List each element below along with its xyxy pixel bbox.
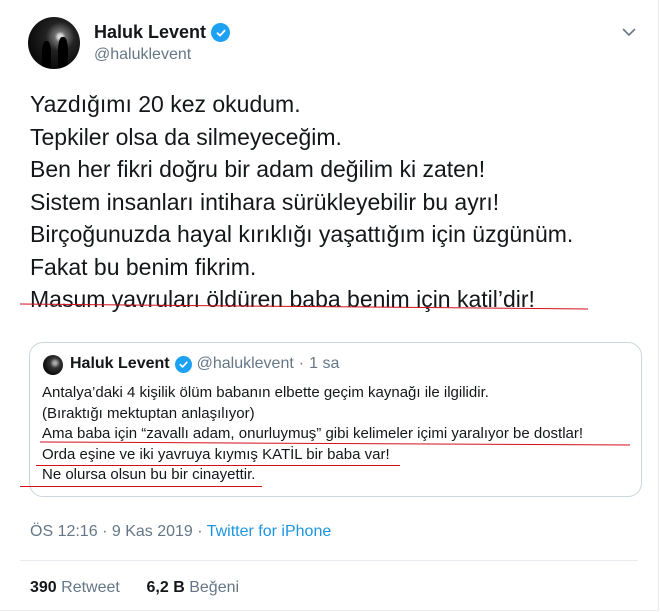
- author-name-row[interactable]: Haluk Levent: [94, 22, 231, 43]
- quoted-author-avatar[interactable]: [43, 355, 63, 375]
- tweet-line: Masum yavruları öldüren baba benim için …: [30, 286, 535, 312]
- separator-dot: ·: [197, 523, 203, 540]
- verified-badge-icon: [211, 23, 231, 42]
- tweet-line: Yazdığımı 20 kez okudum.: [30, 91, 301, 117]
- chevron-down-icon[interactable]: [622, 24, 636, 42]
- separator-dot: ·: [298, 355, 305, 372]
- verified-badge-icon: [174, 355, 192, 373]
- quoted-tweet-text: Antalya’daki 4 kişilik ölüm babanın elbe…: [42, 383, 583, 486]
- tweet-line: Ben her fikri doğru bir adam değilim ki …: [30, 156, 486, 182]
- red-underline-annotation: [20, 486, 262, 487]
- author-handle[interactable]: @haluklevent: [94, 46, 191, 64]
- quoted-tweet-header: Haluk Levent @haluklevent · 1 sa: [70, 355, 339, 373]
- tweet-card: Haluk Levent @haluklevent Yazdığımı 20 k…: [0, 0, 659, 611]
- retweets-stat[interactable]: 390 Retweet: [30, 579, 120, 596]
- quoted-author-name[interactable]: Haluk Levent: [70, 355, 170, 373]
- likes-label: Beğeni: [189, 579, 240, 596]
- tweet-date[interactable]: 9 Kas 2019: [112, 523, 193, 540]
- tweet-text: Yazdığımı 20 kez okudum. Tepkiler olsa d…: [30, 88, 573, 316]
- quoted-line: (Bıraktığı mektuptan anlaşılıyor): [42, 404, 255, 422]
- likes-stat[interactable]: 6,2 B Beğeni: [147, 579, 240, 596]
- separator-dot: ·: [102, 523, 108, 540]
- tweet-time[interactable]: ÖS 12:16: [30, 523, 98, 540]
- author-avatar[interactable]: [28, 17, 80, 69]
- likes-count: 6,2 B: [146, 579, 185, 596]
- quoted-line: Orda eşine ve iki yavruya kıymış KATİL b…: [42, 445, 390, 463]
- tweet-source-link[interactable]: Twitter for iPhone: [207, 523, 332, 540]
- tweet-meta: ÖS 12:16 · 9 Kas 2019 · Twitter for iPho…: [30, 523, 331, 541]
- retweets-count: 390: [30, 579, 57, 596]
- tweet-stats: 390 Retweet 6,2 B Beğeni: [30, 579, 239, 597]
- tweet-line: Tepkiler olsa da silmeyeceğim.: [30, 123, 342, 150]
- quoted-line: Ne olursa olsun bu bir cinayettir.: [42, 466, 256, 483]
- quoted-line: Antalya’daki 4 kişilik ölüm babanın elbe…: [42, 384, 489, 401]
- quoted-timestamp[interactable]: 1 sa: [309, 355, 339, 373]
- divider: [20, 560, 638, 561]
- tweet-line: Fakat bu benim fikrim.: [30, 253, 257, 280]
- author-name[interactable]: Haluk Levent: [94, 22, 206, 43]
- quoted-author-handle[interactable]: @haluklevent: [197, 355, 294, 373]
- retweets-label: Retweet: [61, 579, 120, 596]
- quoted-tweet[interactable]: Haluk Levent @haluklevent · 1 sa Antalya…: [29, 342, 642, 497]
- tweet-line: Birçoğunuzda hayal kırıklığı yaşattığım …: [30, 221, 574, 247]
- tweet-line: Sistem insanları intihara sürükleyebilir…: [30, 188, 500, 215]
- red-underline-annotation: [36, 465, 400, 466]
